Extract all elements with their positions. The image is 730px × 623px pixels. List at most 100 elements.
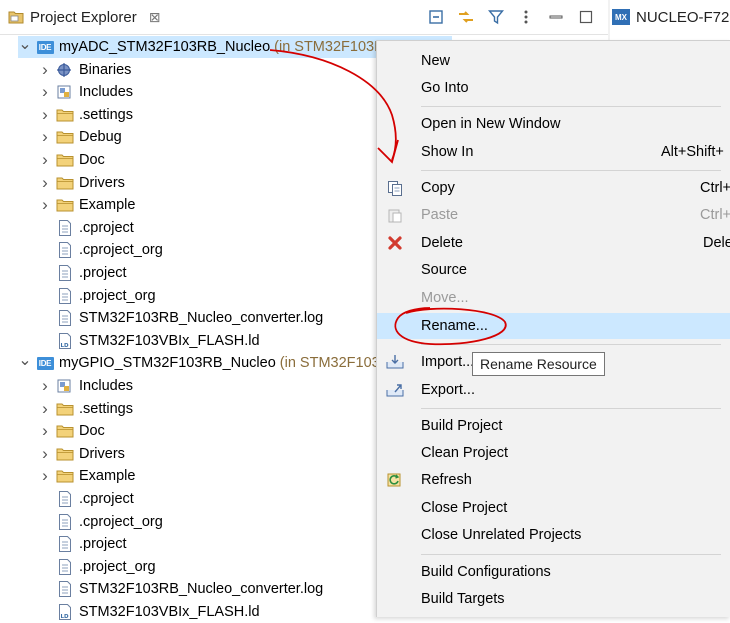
menu-item-copy[interactable]: Copy Ctrl+ bbox=[377, 175, 730, 201]
tree-item-label: .cproject_org bbox=[79, 242, 163, 259]
menu-item-open-in-new-window[interactable]: Open in New Window bbox=[377, 111, 730, 137]
delete-icon bbox=[385, 233, 405, 253]
tree-item-label: STM32F103RB_Nucleo_converter.log bbox=[79, 581, 324, 598]
tree-item-label: myADC_STM32F103RB_Nucleo bbox=[59, 39, 271, 55]
tree-item[interactable]: › Includes bbox=[38, 81, 133, 103]
menu-item-clean-project[interactable]: Clean Project bbox=[377, 440, 730, 466]
folder-icon bbox=[56, 197, 74, 213]
tree-item[interactable]: › Debug bbox=[38, 126, 122, 148]
tree-item[interactable]: › Binaries bbox=[38, 59, 131, 81]
tree-item[interactable]: › .settings bbox=[38, 104, 133, 126]
tree-item[interactable]: .cproject bbox=[38, 217, 134, 239]
view-header: Project Explorer ⊠ bbox=[0, 0, 608, 35]
chevron-right-icon[interactable]: › bbox=[38, 195, 52, 214]
menu-item-label: Move... bbox=[421, 290, 469, 306]
menu-item-show-in[interactable]: Show In Alt+Shift+ bbox=[377, 139, 730, 165]
folder-icon bbox=[56, 175, 74, 191]
chevron-right-icon[interactable]: › bbox=[38, 105, 52, 124]
tree-item[interactable]: .project_org bbox=[38, 556, 156, 578]
minimize-icon[interactable] bbox=[546, 7, 566, 27]
file-icon bbox=[56, 513, 74, 530]
tree-item[interactable]: .project_org bbox=[38, 285, 156, 307]
chevron-right-icon[interactable]: › bbox=[38, 82, 52, 101]
collapse-all-icon[interactable] bbox=[426, 7, 446, 27]
tree-item[interactable]: › Drivers bbox=[38, 443, 125, 465]
tree-item[interactable]: › Doc bbox=[38, 420, 105, 442]
view-menu-icon[interactable] bbox=[516, 7, 536, 27]
export-icon bbox=[385, 380, 405, 400]
menu-item-delete[interactable]: Delete Dele bbox=[377, 230, 730, 256]
chevron-right-icon[interactable]: › bbox=[38, 399, 52, 418]
chevron-down-icon[interactable]: ⌄ bbox=[18, 36, 32, 53]
linker-script-icon: LD bbox=[56, 604, 74, 620]
tree-item-label: Doc bbox=[79, 423, 105, 440]
chevron-right-icon[interactable]: › bbox=[38, 127, 52, 146]
includes-icon bbox=[56, 84, 74, 100]
tree-item[interactable]: › Example bbox=[38, 194, 135, 216]
chevron-right-icon[interactable]: › bbox=[38, 466, 52, 485]
chevron-right-icon[interactable]: › bbox=[38, 173, 52, 192]
tree-item[interactable]: STM32F103RB_Nucleo_converter.log bbox=[38, 307, 323, 329]
tree-item-label: .project_org bbox=[79, 287, 156, 304]
tree-item[interactable]: › .settings bbox=[38, 398, 133, 420]
menu-separator bbox=[421, 170, 721, 171]
chevron-right-icon[interactable]: › bbox=[38, 444, 52, 463]
menu-item-rename[interactable]: Rename... bbox=[377, 313, 730, 339]
menu-item-close-unrelated-projects[interactable]: Close Unrelated Projects bbox=[377, 522, 730, 548]
chevron-right-icon[interactable]: › bbox=[38, 150, 52, 169]
maximize-icon[interactable] bbox=[576, 7, 596, 27]
project-explorer-tab[interactable]: Project Explorer ⊠ bbox=[8, 5, 160, 29]
menu-item-build-targets[interactable]: Build Targets bbox=[377, 586, 730, 612]
menu-item-label: Source bbox=[421, 262, 467, 278]
tree-item[interactable]: › Includes bbox=[38, 375, 133, 397]
close-view-icon[interactable]: ⊠ bbox=[149, 9, 161, 26]
menu-item-export[interactable]: Export... bbox=[377, 377, 730, 403]
tree-item[interactable]: LD STM32F103VBIx_FLASH.ld bbox=[38, 330, 260, 352]
menu-item-shortcut: Alt+Shift+ bbox=[661, 144, 724, 160]
menu-item-close-project[interactable]: Close Project bbox=[377, 495, 730, 521]
tree-item[interactable]: .cproject_org bbox=[38, 239, 163, 261]
tree-item[interactable]: LD STM32F103VBIx_FLASH.ld bbox=[38, 601, 260, 623]
menu-item-label: Clean Project bbox=[421, 445, 509, 461]
tree-item[interactable]: .cproject_org bbox=[38, 511, 163, 533]
editor-tab[interactable]: MX NUCLEO-F72 bbox=[612, 5, 729, 29]
project-explorer-icon bbox=[8, 11, 24, 24]
tree-item[interactable]: › Example bbox=[38, 465, 135, 487]
tree-item-label: .settings bbox=[79, 106, 133, 123]
menu-item-build-configurations[interactable]: Build Configurations bbox=[377, 559, 730, 585]
menu-item-label: Show In bbox=[421, 144, 474, 160]
tree-item-label: Debug bbox=[79, 129, 122, 146]
tree-item-label: .cproject bbox=[79, 491, 134, 507]
menu-item-source[interactable]: Source bbox=[377, 257, 730, 283]
view-title: Project Explorer bbox=[30, 8, 137, 26]
project-node[interactable]: ⌄ IDE myGPIO_STM32F103RB_Nucleo (in STM32F1… bbox=[18, 352, 390, 374]
file-icon bbox=[56, 491, 74, 507]
copy-icon bbox=[385, 178, 405, 198]
chevron-right-icon[interactable]: › bbox=[38, 376, 52, 395]
menu-item-go-into[interactable]: Go Into bbox=[377, 75, 730, 101]
menu-item-label: Go Into bbox=[421, 80, 469, 96]
menu-item-build-project[interactable]: Build Project bbox=[377, 413, 730, 439]
tree-item-label: Doc bbox=[79, 152, 105, 168]
menu-item-shortcut: Ctrl+ bbox=[700, 207, 730, 223]
filter-icon[interactable] bbox=[486, 7, 506, 27]
file-icon bbox=[56, 287, 74, 304]
tree-item[interactable]: › Doc bbox=[38, 149, 105, 171]
menu-item-new[interactable]: New bbox=[377, 48, 730, 74]
tree-item[interactable]: .cproject bbox=[38, 488, 134, 510]
chevron-right-icon[interactable]: › bbox=[38, 60, 52, 79]
chevron-right-icon[interactable]: › bbox=[38, 421, 52, 440]
tree-item[interactable]: STM32F103RB_Nucleo_converter.log bbox=[38, 578, 323, 600]
context-menu: New Go Into Open in New Window Show In Alt+S… bbox=[376, 40, 730, 617]
menu-item-move: Move... bbox=[377, 285, 730, 311]
chevron-down-icon[interactable]: ⌄ bbox=[18, 352, 32, 369]
tree-item[interactable]: › Drivers bbox=[38, 172, 125, 194]
link-with-editor-icon[interactable] bbox=[456, 7, 476, 27]
tree-item[interactable]: .project bbox=[38, 262, 127, 284]
menu-item-refresh[interactable]: Refresh bbox=[377, 467, 730, 493]
tree-item[interactable]: .project bbox=[38, 533, 127, 555]
file-icon bbox=[56, 581, 74, 598]
